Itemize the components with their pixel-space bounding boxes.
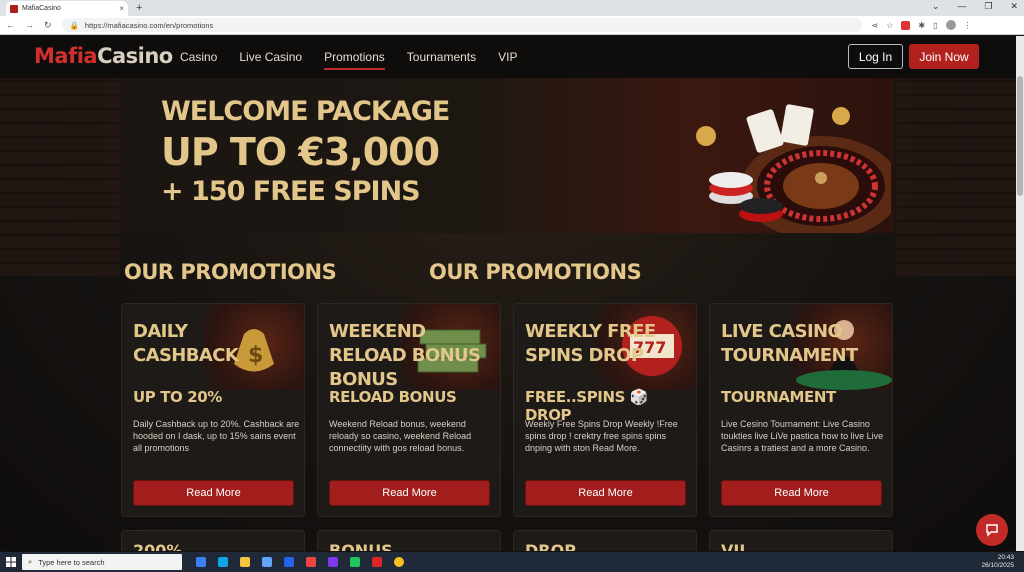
windows-taskbar: ⌕ Type here to search 20:43 26/10/2025 (0, 552, 1024, 572)
taskbar-clock[interactable]: 20:43 26/10/2025 (981, 554, 1014, 570)
address-bar-row: ← → ↻ 🔒 https://mafiacasino.com/en/promo… (0, 16, 1024, 35)
profile-avatar-icon[interactable] (945, 20, 956, 30)
menu-dots-icon[interactable]: ⋮ (964, 21, 972, 30)
brick-wall-left (0, 76, 120, 276)
browser-tab[interactable]: MafiaCasino × (6, 1, 128, 16)
promo-card-weekend-reload: WEEKEND RELOAD BONUS BONUS RELOAD BONUS … (317, 303, 501, 517)
bookmark-star-icon[interactable]: ☆ (886, 21, 893, 30)
card-title: 200% (133, 541, 183, 551)
card-subtitle: TOURNAMENT (721, 388, 836, 406)
url-bar[interactable]: 🔒 https://mafiacasino.com/en/promotions (61, 18, 862, 32)
live-chat-button[interactable] (976, 514, 1008, 546)
minimize-button[interactable]: — (957, 1, 966, 12)
promo-card-weekly-free-spins: 777 WEEKLY FREE SPINS DROP FREE..SPINS 🎲… (513, 303, 697, 517)
card-title: WEEKEND RELOAD BONUS BONUS (329, 321, 481, 390)
card-description: Weekly Free Spins Drop Weekly !Free spin… (525, 419, 678, 453)
maximize-button[interactable]: ❐ (984, 1, 992, 12)
hero-line-3: + 150 FREE SPINS (161, 176, 421, 207)
hero-line-2: UP TO €3,000 (161, 130, 440, 174)
app-icon[interactable] (372, 557, 382, 567)
browser-tab-bar: MafiaCasino × + ⌄ — ❐ ✕ (0, 0, 1024, 16)
favicon-icon (10, 4, 18, 13)
taskbar-search-input[interactable]: ⌕ Type here to search (22, 554, 182, 570)
card-title: WEEKLY FREE SPINS DROP (525, 321, 656, 366)
mail-icon[interactable] (284, 557, 294, 567)
windows-start-icon[interactable] (0, 552, 22, 572)
promo-card-daily-cashback: $ DAILY CASHBACK UP TO 20% Daily Cashbac… (121, 303, 305, 517)
brick-wall-right (896, 76, 1016, 276)
read-more-button[interactable]: Read More (721, 480, 882, 506)
section-title-duplicate: OUR PROMOTIONS (429, 260, 642, 284)
nav-vip[interactable]: VIP (498, 50, 517, 64)
store-icon[interactable] (262, 557, 272, 567)
clock-date: 26/10/2025 (981, 562, 1014, 569)
card-subtitle: UP TO 20% (133, 388, 222, 406)
nav-tournaments[interactable]: Tournaments (407, 50, 476, 64)
chat-bubble-icon (986, 524, 998, 537)
new-tab-button[interactable]: + (136, 1, 142, 16)
share-icon[interactable]: ⋖ (872, 21, 879, 30)
card-description: Live Cesino Tournament: Live Casino touk… (721, 419, 884, 453)
section-title: OUR PROMOTIONS (124, 260, 337, 284)
extensions-area: ⋖ ☆ ✱ ▯ ⋮ (872, 20, 972, 30)
promo-card-partial[interactable]: DROP (513, 530, 697, 551)
login-button[interactable]: Log In (848, 44, 903, 69)
extension-red-icon[interactable] (901, 20, 911, 30)
nav-live-casino[interactable]: Live Casino (239, 50, 302, 64)
hero-line-1: WELCOME PACKAGE (161, 96, 450, 127)
nav-casino[interactable]: Casino (180, 50, 217, 64)
roulette-wheel-icon (696, 104, 891, 233)
card-title: LIVE CASINO TOURNAMENT (721, 321, 858, 366)
card-title: DROP (525, 541, 576, 551)
hero-banner[interactable]: WELCOME PACKAGE UP TO €3,000 + 150 FREE … (121, 78, 894, 233)
card-subtitle: RELOAD BONUS (329, 388, 457, 406)
card-title: BONUS (329, 541, 393, 551)
task-view-icon[interactable] (196, 557, 206, 567)
close-window-button[interactable]: ✕ (1010, 1, 1018, 12)
clock-time: 20:43 (997, 554, 1014, 561)
promo-card-partial[interactable]: VII (709, 530, 893, 551)
promo-card-live-casino-tournament: LIVE CASINO TOURNAMENT TOURNAMENT Live C… (709, 303, 893, 517)
card-title: VII (721, 541, 746, 551)
read-more-button[interactable]: Read More (133, 480, 294, 506)
site-header: MafiaCasino Casino Live Casino Promotion… (0, 36, 1016, 78)
scrollbar-thumb[interactable] (1017, 76, 1023, 196)
casino-page: MafiaCasino Casino Live Casino Promotion… (0, 36, 1016, 551)
search-placeholder: Type here to search (38, 557, 105, 567)
edge-icon[interactable] (218, 557, 228, 567)
promo-card-partial[interactable]: BONUS (317, 530, 501, 551)
page-scrollbar[interactable] (1016, 36, 1024, 551)
card-title: DAILY CASHBACK (133, 321, 239, 366)
site-logo[interactable]: MafiaCasino (34, 44, 173, 68)
tab-title: MafiaCasino (22, 5, 61, 12)
app-icon[interactable] (306, 557, 316, 567)
reload-icon[interactable]: ↻ (44, 20, 52, 31)
puzzle-icon[interactable]: ✱ (918, 21, 925, 30)
chrome-icon[interactable] (394, 557, 404, 567)
back-icon[interactable]: ← (6, 20, 15, 30)
join-now-button[interactable]: Join Now (909, 44, 979, 69)
app-icon[interactable] (328, 557, 338, 567)
nav-promotions[interactable]: Promotions (324, 50, 385, 70)
forward-icon[interactable]: → (25, 20, 34, 30)
read-more-button[interactable]: Read More (329, 480, 490, 506)
tab-search-icon[interactable]: ⌄ (932, 1, 940, 12)
app-icon[interactable] (350, 557, 360, 567)
url-text: https://mafiacasino.com/en/promotions (84, 20, 214, 30)
taskbar-app-icons (196, 557, 404, 567)
lock-icon: 🔒 (69, 20, 79, 30)
card-description: Daily Cashback up to 20%. Cashback are h… (133, 419, 300, 453)
promo-card-partial[interactable]: 200% (121, 530, 305, 551)
file-explorer-icon[interactable] (240, 557, 250, 567)
card-description: Weekend Reload bonus, weekend reloady so… (329, 419, 472, 453)
search-icon: ⌕ (28, 557, 33, 566)
main-nav: Casino Live Casino Promotions Tournament… (180, 36, 517, 78)
sidebar-icon[interactable]: ▯ (933, 21, 937, 30)
tab-close-icon[interactable]: × (119, 4, 124, 13)
window-controls: ⌄ — ❐ ✕ (932, 1, 1018, 12)
read-more-button[interactable]: Read More (525, 480, 686, 506)
